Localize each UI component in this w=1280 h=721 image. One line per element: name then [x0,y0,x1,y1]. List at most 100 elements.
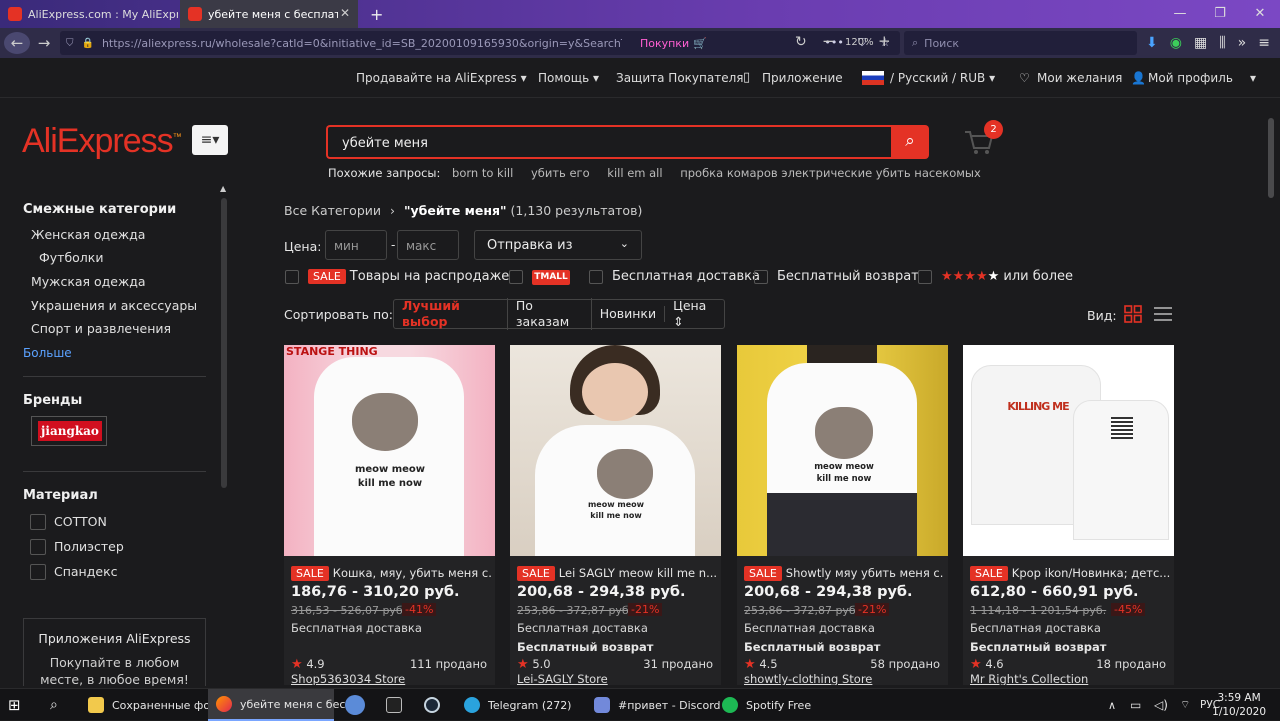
taskbar-app-epic[interactable] [386,689,410,721]
product-title[interactable]: SALE Кошка, мяу, убить меня с... [291,566,491,581]
menu-icon[interactable]: ≡ [1258,35,1270,51]
store-link[interactable]: Mr Right's Collection [970,672,1088,685]
cart-count-badge: 2 [984,120,1003,139]
category-link[interactable]: Мужская одежда [31,274,146,289]
help-link[interactable]: Помощь ▾ [538,71,599,85]
search-icon[interactable]: ⌕ [50,689,58,721]
close-tab-icon[interactable]: ✕ [340,6,350,20]
store-link[interactable]: showtly-clothing Store [744,672,872,685]
product-card[interactable]: meow meow kill me now SALE Showtly мяу уб… [737,345,948,685]
shopping-label[interactable]: Покупки [640,37,689,50]
categories-menu-button[interactable]: ≡▾ [192,125,228,155]
brand-filter-jiangkao[interactable]: jiangkao [31,416,107,446]
taskbar-item-discord[interactable]: #привет - Discord [590,689,721,721]
close-window-icon[interactable]: ✕ [1240,0,1280,28]
browser-tab-myaliexpress[interactable]: AliExpress.com : My AliExpress [0,0,178,28]
related-search-link[interactable]: kill em all [607,166,662,180]
taskbar-app-steam[interactable] [424,689,448,721]
sort-best-match[interactable]: Лучший выбор [394,298,508,330]
rating-checkbox[interactable] [918,270,932,284]
network-icon[interactable]: ▭ [1130,689,1141,721]
product-image[interactable]: meow meow kill me now [737,345,948,556]
search-button[interactable]: ⌕ [891,125,929,159]
zoom-out-icon[interactable]: − [822,32,835,50]
price-min-input[interactable]: мин [325,230,387,260]
profile-link[interactable]: Мой профиль [1148,71,1233,85]
product-image[interactable]: KILLING ME [963,345,1174,556]
free-return-checkbox[interactable] [754,270,768,284]
sale-checkbox[interactable] [285,270,299,284]
volume-icon[interactable]: ◁) [1154,689,1168,721]
material-checkbox[interactable] [30,564,46,580]
tmall-checkbox[interactable] [509,270,523,284]
grid-view-icon[interactable] [1124,305,1142,323]
material-heading: Материал [23,488,98,503]
url-bar[interactable]: ⛉ 🔒 https://aliexpress.ru/wholesale?catI… [60,31,900,55]
category-link[interactable]: Женская одежда [31,227,145,242]
list-view-icon[interactable] [1154,305,1172,323]
aliexpress-logo[interactable]: AliExpress™ [22,122,182,161]
price-max-input[interactable]: макс [397,230,459,260]
forward-icon[interactable]: → [30,34,58,52]
library-icon[interactable]: ⫼ [1219,35,1225,51]
sold-count: 18 продано [1096,657,1166,671]
network-wifi-icon[interactable]: ⌔ [1180,689,1190,721]
language-currency-selector[interactable]: / Русский / RUB ▾ [890,71,995,85]
breadcrumb-all-categories[interactable]: Все Категории [284,203,381,218]
zoom-in-icon[interactable]: + [878,32,891,50]
taskbar-item-explorer[interactable]: Сохраненные фот... [82,689,227,721]
category-link[interactable]: Футболки [39,250,103,265]
minimize-icon[interactable]: — [1160,0,1200,28]
product-card[interactable]: KILLING ME SALE Kpop ikon/Новинка; детс..… [963,345,1174,685]
taskbar-item-firefox[interactable]: убейте меня с бес... [208,689,356,721]
related-search-link[interactable]: пробка комаров электрические убить насек… [680,166,981,180]
windows-start-icon[interactable]: ⊞ [8,689,21,721]
free-shipping-checkbox[interactable] [589,270,603,284]
product-image[interactable]: STANGE THING meow meow kill me now [284,345,495,556]
sort-orders[interactable]: По заказам [508,298,592,330]
sidebar-scrollbar[interactable]: ▲ [218,184,230,496]
app-link[interactable]: Приложение [762,71,843,85]
product-image[interactable]: meow meow kill me now [510,345,721,556]
product-card[interactable]: STANGE THING meow meow kill me now SALE К… [284,345,495,685]
extension-grammarly-icon[interactable]: ◉ [1170,35,1182,51]
sort-price[interactable]: Цена ⇕ [665,298,724,330]
product-title[interactable]: SALE Kpop ikon/Новинка; детс... [970,566,1170,581]
material-checkbox[interactable] [30,539,46,555]
more-dropdown[interactable]: ▾ [1250,71,1256,85]
reload-icon[interactable]: ↻ [795,34,807,50]
category-link[interactable]: Украшения и аксессуары [31,298,197,313]
taskbar-item-telegram[interactable]: Telegram (272) [460,689,582,721]
store-link[interactable]: Shop5363034 Store [291,672,405,685]
search-input[interactable]: убейте меня [326,125,892,159]
taskbar-app-qbittorrent[interactable] [345,689,373,721]
store-link[interactable]: Lei-SAGLY Store [517,672,608,685]
new-tab-icon[interactable]: + [362,0,384,28]
material-checkbox[interactable] [30,514,46,530]
scroll-up-icon[interactable]: ▲ [220,184,226,193]
sell-link[interactable]: Продавайте на AliExpress ▾ [356,71,527,85]
page-scrollbar[interactable] [1262,98,1280,686]
related-search-link[interactable]: born to kill [452,166,513,180]
category-link[interactable]: Спорт и развлечения [31,321,171,336]
related-search-link[interactable]: убить его [531,166,590,180]
tray-chevron-up-icon[interactable]: ∧ [1108,689,1116,721]
back-icon[interactable]: ← [4,32,30,54]
overflow-icon[interactable]: » [1238,35,1247,51]
browser-tab-search[interactable]: убейте меня с бесплатной до... ✕ [180,0,358,28]
wishlist-link[interactable]: Мои желания [1037,71,1122,85]
zoom-level[interactable]: 120% [845,37,874,48]
sort-newest[interactable]: Новинки [592,306,666,322]
product-title[interactable]: SALE Showtly мяу убить меня с... [744,566,944,581]
more-categories-link[interactable]: Больше [23,346,72,360]
extensions-icon[interactable]: ▦ [1194,35,1207,51]
product-card[interactable]: meow meow kill me now SALE Lei SAGLY meow… [510,345,721,685]
download-icon[interactable]: ⬇ [1146,35,1158,51]
maximize-icon[interactable]: ❐ [1200,0,1240,28]
system-clock[interactable]: 3:59 AM 1/10/2020 [1212,691,1266,719]
taskbar-item-spotify[interactable]: Spotify Free [718,689,828,721]
product-title[interactable]: SALE Lei SAGLY meow kill me n... [517,566,717,581]
ship-from-select[interactable]: Отправка из ⌄ [474,230,642,260]
browser-search-box[interactable]: ⌕ Поиск [904,31,1137,55]
buyer-protection-link[interactable]: Защита Покупателя [616,71,743,85]
